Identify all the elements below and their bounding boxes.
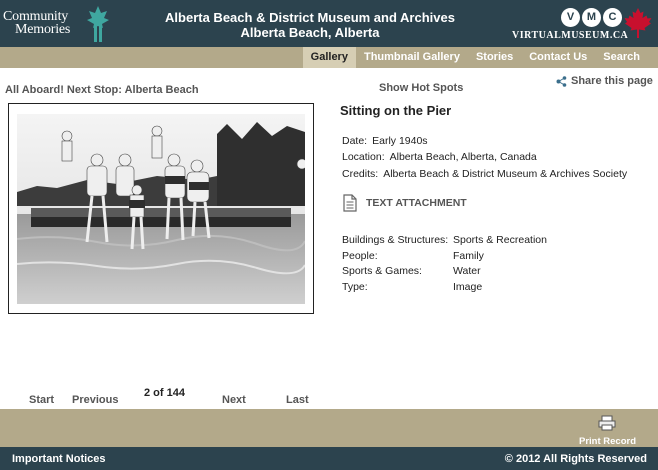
date-label: Date:: [342, 135, 368, 147]
facet-row: Type: Image: [342, 281, 642, 297]
print-record-label: Print Record: [578, 436, 636, 447]
text-attachment-label: TEXT ATTACHMENT: [366, 197, 467, 209]
facet-key: People:: [342, 249, 378, 262]
pager-start-button[interactable]: Start: [29, 394, 54, 406]
community-memories-logo[interactable]: Community Memories: [3, 6, 111, 42]
important-notices-link[interactable]: Important Notices: [12, 453, 106, 465]
copyright-text: © 2012 All Rights Reserved: [504, 453, 647, 465]
facet-key: Buildings & Structures:: [342, 234, 449, 246]
record-facets: Buildings & Structures: Sports & Recreat…: [342, 234, 642, 296]
pager-previous-button[interactable]: Previous: [72, 394, 118, 406]
museum-name: Alberta Beach & District Museum and Arch…: [165, 10, 455, 25]
facet-key: Type:: [342, 280, 368, 293]
record-image-frame[interactable]: [8, 103, 314, 314]
share-button[interactable]: Share this page: [556, 75, 653, 87]
record-title: Sitting on the Pier: [340, 103, 452, 118]
location-value: Alberta Beach, Alberta, Canada: [389, 151, 537, 163]
facet-value[interactable]: Water: [453, 265, 481, 277]
facet-row: Sports & Games: Water: [342, 265, 642, 281]
pager-next-button[interactable]: Next: [222, 394, 246, 406]
museum-location: Alberta Beach, Alberta: [240, 25, 380, 40]
virtual-museum-logo[interactable]: V M C VIRTUALMUSEUM.CA: [506, 6, 654, 44]
nav-stories[interactable]: Stories: [468, 47, 521, 68]
nav-gallery[interactable]: Gallery: [302, 47, 356, 68]
nav-search[interactable]: Search: [595, 47, 648, 68]
community-memories-wordmark: Community Memories: [3, 10, 71, 37]
nav-contact-us[interactable]: Contact Us: [521, 47, 595, 68]
credits-label: Credits:: [342, 168, 379, 180]
vmc-letter-v: V: [561, 8, 580, 27]
share-icon: [556, 75, 567, 87]
date-value: Early 1940s: [372, 135, 428, 147]
footer-tools-band: Print Record: [0, 409, 658, 447]
site-header: Community Memories Alberta Beach & Distr…: [0, 0, 658, 47]
vmc-badges: V M C: [561, 8, 622, 27]
vmc-letter-m: M: [582, 8, 601, 27]
maple-leaf-icon: [624, 8, 652, 38]
facet-key: Sports & Games:: [342, 265, 422, 277]
record-date: Date: Early 1940s: [342, 135, 428, 147]
record-location: Location: Alberta Beach, Alberta, Canada: [342, 151, 537, 163]
main-nav-bar: Gallery Thumbnail Gallery Stories Contac…: [0, 47, 658, 68]
facet-value[interactable]: Image: [453, 281, 482, 293]
vmc-letter-c: C: [603, 8, 622, 27]
facet-value[interactable]: Sports & Recreation: [453, 234, 547, 246]
story-link[interactable]: All Aboard! Next Stop: Alberta Beach: [5, 84, 199, 96]
site-title: Alberta Beach & District Museum and Arch…: [150, 10, 470, 40]
share-label: Share this page: [571, 75, 653, 87]
print-record-button[interactable]: Print Record: [579, 415, 636, 447]
facet-value[interactable]: Family: [453, 250, 484, 262]
record-credits: Credits: Alberta Beach & District Museum …: [342, 168, 627, 180]
main-nav: Gallery Thumbnail Gallery Stories Contac…: [302, 47, 648, 68]
site-footer: Important Notices © 2012 All Rights Rese…: [0, 447, 658, 470]
location-label: Location:: [342, 151, 385, 163]
record-photo[interactable]: [17, 114, 305, 304]
pager-counter: 2 of 144: [144, 387, 185, 399]
printer-icon: [598, 415, 616, 431]
facet-row: Buildings & Structures: Sports & Recreat…: [342, 234, 642, 250]
text-attachment-link[interactable]: TEXT ATTACHMENT: [343, 194, 467, 212]
leaf-icon: [87, 6, 109, 42]
facet-row: People: Family: [342, 250, 642, 266]
document-icon: [343, 194, 357, 212]
pager-last-button[interactable]: Last: [286, 394, 309, 406]
virtual-museum-wordmark: VIRTUALMUSEUM.CA: [512, 30, 629, 41]
credits-value: Alberta Beach & District Museum & Archiv…: [383, 168, 628, 180]
show-hot-spots-button[interactable]: Show Hot Spots: [379, 82, 463, 94]
nav-thumbnail-gallery[interactable]: Thumbnail Gallery: [356, 47, 468, 68]
logo-line-2: Memories: [15, 22, 71, 37]
